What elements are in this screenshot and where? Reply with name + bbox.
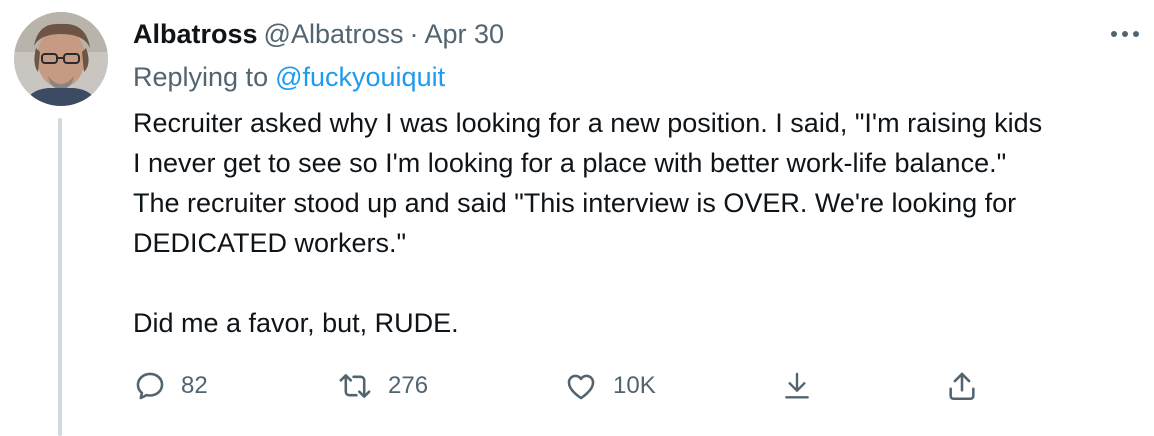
avatar[interactable]	[14, 12, 108, 106]
tweet[interactable]: Albatross @Albatross · Apr 30 Replying t…	[0, 0, 1154, 436]
more-icon	[1111, 31, 1139, 37]
tweet-text-closing: Did me a favor, but, RUDE.	[133, 308, 459, 338]
tweet-header: Albatross @Albatross · Apr 30	[133, 14, 504, 54]
retweet-button[interactable]: 276	[336, 364, 428, 408]
replying-to: Replying to @fuckyouiquit	[133, 58, 445, 96]
retweet-count: 276	[388, 372, 429, 399]
tweet-date[interactable]: Apr 30	[425, 19, 505, 50]
author-name[interactable]: Albatross	[133, 19, 258, 50]
thread-line	[58, 118, 62, 436]
retweet-icon	[339, 374, 371, 398]
author-handle[interactable]: @Albatross	[264, 19, 404, 50]
reply-button[interactable]: 82	[133, 364, 208, 408]
share-icon	[949, 372, 975, 401]
user-avatar-icon	[14, 12, 108, 106]
tweet-text-line: Recruiter asked why I was looking for a …	[133, 108, 1043, 138]
reply-icon	[136, 372, 164, 400]
action-bar: 82 276 10K	[133, 364, 993, 408]
bookmark-button[interactable]	[781, 364, 813, 408]
separator-dot: ·	[409, 18, 419, 49]
heart-icon	[567, 374, 595, 400]
like-count: 10K	[613, 372, 656, 399]
reply-count: 82	[181, 372, 208, 399]
tweet-text-line: I never get to see so I'm looking for a …	[133, 148, 1007, 178]
download-icon	[785, 372, 809, 399]
tweet-text-line: The recruiter stood up and said "This in…	[133, 188, 1017, 218]
tweet-text: Recruiter asked why I was looking for a …	[133, 103, 1148, 343]
reply-mention-link[interactable]: @fuckyouiquit	[275, 62, 445, 93]
share-button[interactable]	[945, 364, 979, 408]
replying-to-label: Replying to	[133, 61, 269, 92]
like-button[interactable]: 10K	[563, 364, 656, 408]
tweet-text-line: DEDICATED workers."	[133, 228, 407, 258]
more-options-button[interactable]	[1108, 20, 1142, 48]
